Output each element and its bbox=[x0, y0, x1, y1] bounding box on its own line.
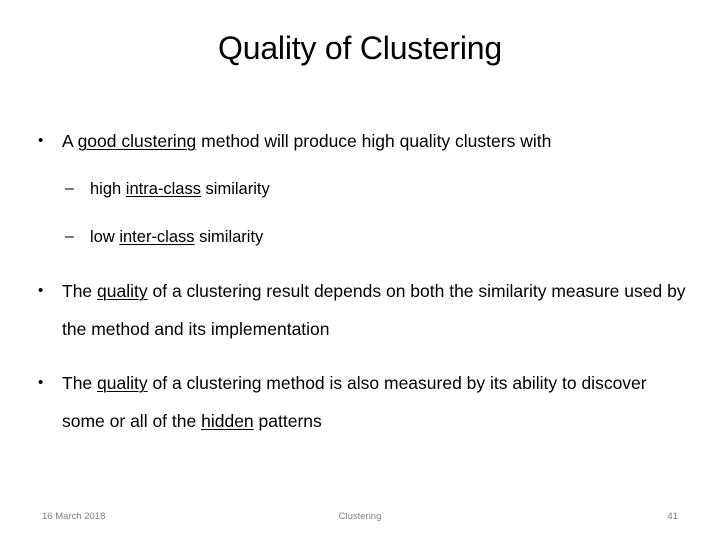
slide: Quality of Clustering • A good clustering… bbox=[0, 0, 720, 540]
bullet-marker-icon: • bbox=[38, 282, 44, 299]
sub-bullet-item: – low inter-class similarity bbox=[30, 218, 692, 256]
bullet-marker-icon: • bbox=[38, 132, 44, 149]
bullet-2-emphasis-3: hidden bbox=[201, 411, 254, 431]
slide-footer: 16 March 2018 Clustering 41 bbox=[0, 510, 720, 524]
bullet-block: • A good clustering method will produce h… bbox=[30, 122, 692, 256]
bullet-block: • The quality of a clustering method is a… bbox=[30, 364, 692, 440]
bullet-1-text-2: of a clustering result depends on both t… bbox=[62, 281, 686, 339]
bullet-2-emphasis-1: quality bbox=[97, 373, 148, 393]
bullet-0-emphasis-1: good clustering bbox=[77, 131, 197, 151]
bullet-item: • The quality of a clustering result depe… bbox=[30, 272, 692, 348]
page-title: Quality of Clustering bbox=[218, 30, 502, 66]
bullet-block: • The quality of a clustering result depe… bbox=[30, 272, 692, 348]
bullet-0-sub-0-text-0: high bbox=[90, 180, 126, 198]
bullet-2-text-0: The bbox=[62, 373, 98, 393]
bullet-0-sub-1-text-0: low bbox=[90, 228, 120, 246]
bullet-0-text-0: A bbox=[62, 131, 78, 151]
bullet-2-text-2: of a clustering method is also measured … bbox=[62, 373, 647, 431]
bullet-0-sub-1-text-2: similarity bbox=[194, 228, 264, 246]
sub-bullet-list: – high intra-class similarity – low inter-c… bbox=[30, 170, 692, 256]
sub-bullet-dash-icon: – bbox=[65, 180, 74, 197]
bullet-0-sub-0-emphasis-1: intra-class bbox=[125, 180, 201, 198]
footer-center-label: Clustering bbox=[338, 511, 382, 522]
bullet-1-emphasis-1: quality bbox=[97, 281, 148, 301]
sub-bullet-item: – high intra-class similarity bbox=[30, 170, 692, 208]
bullet-1-text-0: The bbox=[62, 281, 98, 301]
slide-body: • A good clustering method will produce h… bbox=[30, 122, 692, 440]
bullet-marker-icon: • bbox=[38, 374, 44, 391]
bullet-item: • The quality of a clustering method is a… bbox=[30, 364, 692, 440]
bullet-list: • A good clustering method will produce h… bbox=[30, 122, 692, 440]
sub-bullet-dash-icon: – bbox=[65, 228, 74, 245]
bullet-item: • A good clustering method will produce h… bbox=[30, 122, 692, 160]
bullet-0-sub-0-text-2: similarity bbox=[200, 180, 270, 198]
bullet-2-text-4: patterns bbox=[253, 411, 322, 431]
footer-page-number: 41 bbox=[667, 511, 678, 522]
bullet-0-sub-1-emphasis-1: inter-class bbox=[119, 228, 195, 246]
bullet-0-text-2: method will produce high quality cluster… bbox=[196, 131, 552, 151]
